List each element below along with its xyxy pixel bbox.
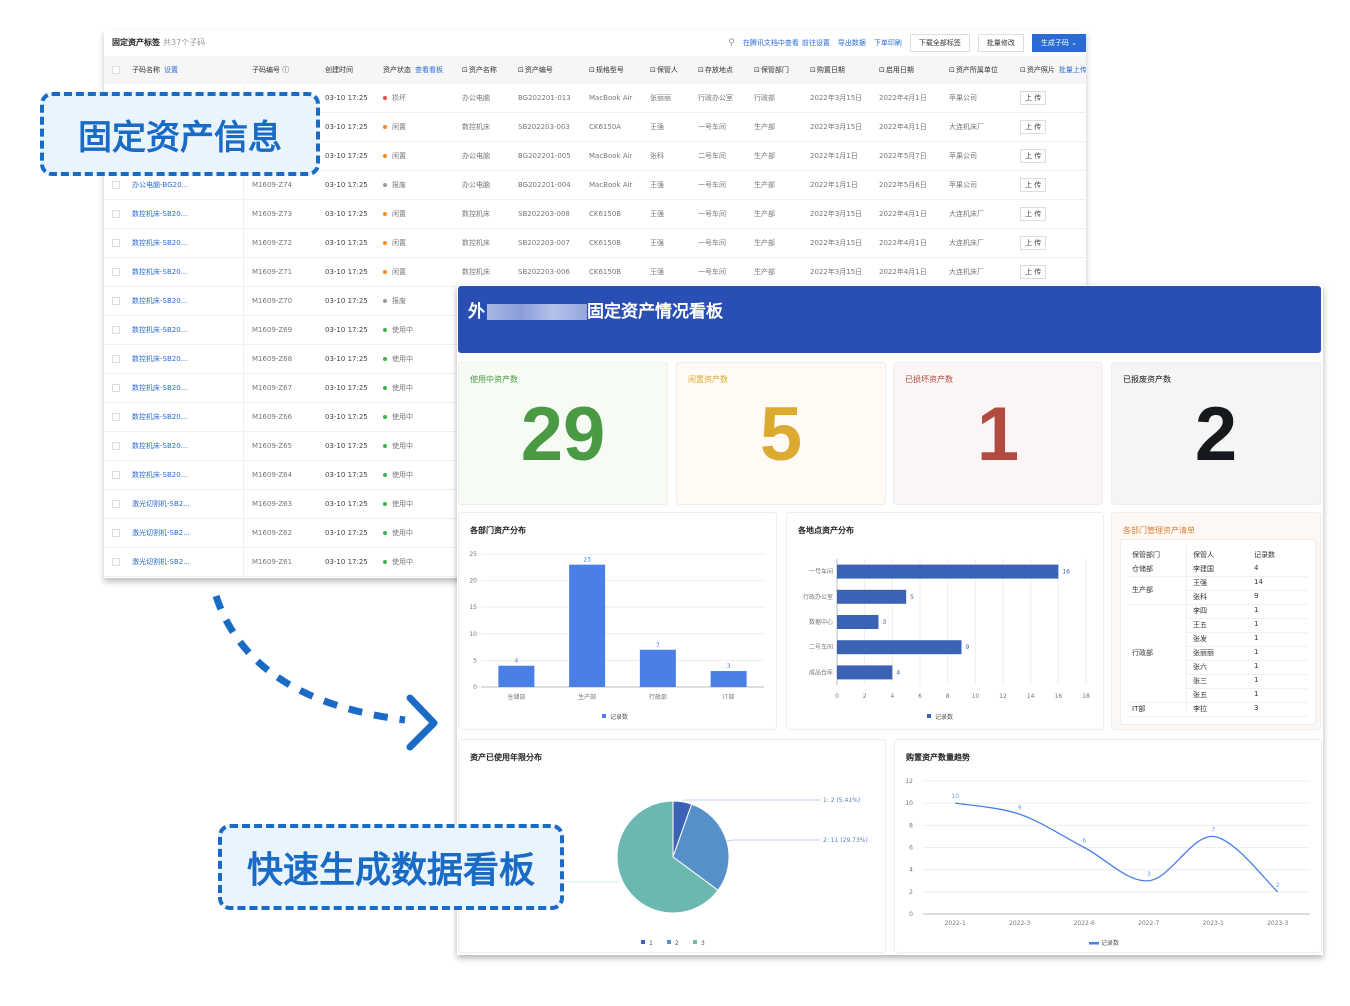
dashed-arrow-icon — [212, 594, 438, 751]
callout-quick-dashboard: 快速生成数据看板 — [218, 824, 564, 910]
